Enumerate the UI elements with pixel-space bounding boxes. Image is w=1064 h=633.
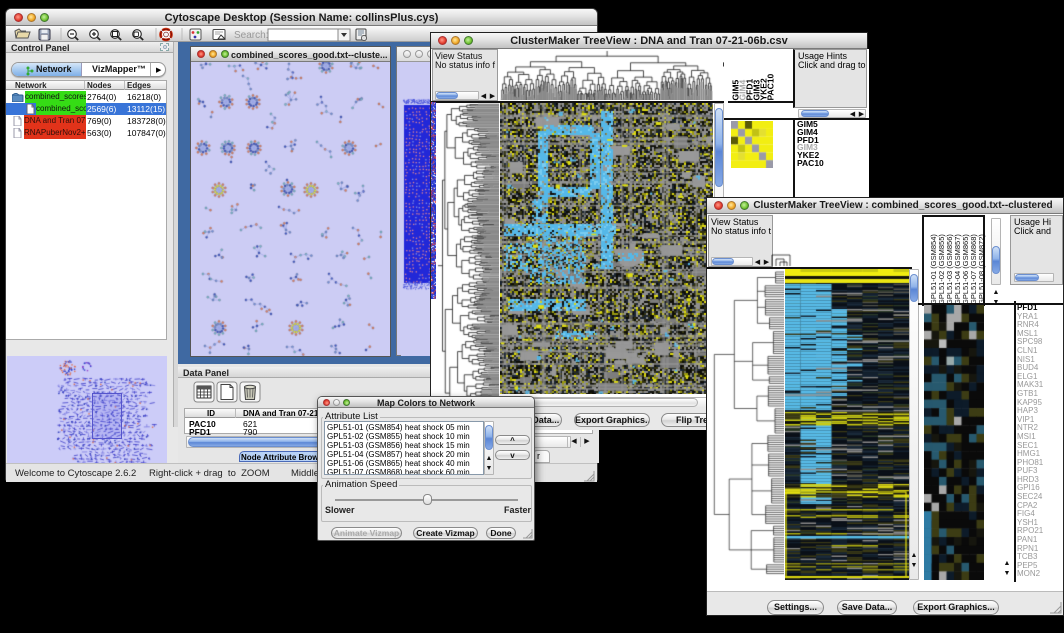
svg-text:Search:: Search: xyxy=(234,30,268,41)
